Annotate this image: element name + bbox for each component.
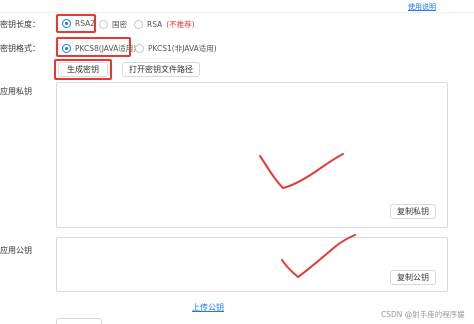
radio-guomi-label: 国密 [112,20,127,29]
csdn-watermark: CSDN @射手座的程序媛 [381,310,465,319]
bottom-partial-button[interactable] [56,318,102,324]
radio-rsa2-indicator[interactable] [62,19,71,28]
radio-rsa-label: RSA [147,20,163,29]
radio-pkcs1[interactable]: PKCS1(非JAVA适用) [135,43,217,54]
radio-guomi[interactable]: 国密 [99,19,127,30]
copy-private-key-button[interactable]: 复制私钥 [390,204,436,219]
key-format-label: 密钥格式： [0,44,40,53]
radio-pkcs8-indicator[interactable] [62,44,71,53]
radio-rsa2[interactable]: RSA2 [62,19,95,28]
key-length-label: 密钥长度： [0,20,40,29]
radio-rsa2-label: RSA2 [75,19,96,28]
radio-pkcs8-label: PKCS8(JAVA适用) [75,44,137,53]
radio-pkcs1-indicator[interactable] [135,44,144,53]
public-key-textarea[interactable] [56,237,448,292]
key-generator-panel: 使用说明 密钥长度： RSA2 国密 RSA (不推荐) 密钥格式： PKCS8… [0,0,474,324]
not-recommended-note: (不推荐) [166,20,195,29]
public-key-label: 应用公钥 [0,246,32,255]
help-link[interactable]: 使用说明 [408,2,436,12]
radio-rsa-indicator[interactable] [134,20,143,29]
generate-key-button[interactable]: 生成密钥 [58,62,108,77]
open-key-path-button[interactable]: 打开密钥文件路径 [122,62,200,77]
radio-rsa[interactable]: RSA (不推荐) [134,19,195,30]
copy-public-key-button[interactable]: 复制公钥 [390,270,436,285]
radio-guomi-indicator[interactable] [99,20,108,29]
upload-public-key-link[interactable]: 上传公钥 [192,302,224,313]
radio-pkcs1-label: PKCS1(非JAVA适用) [148,44,217,53]
private-key-label: 应用私钥 [0,87,32,96]
top-divider [0,12,474,13]
radio-pkcs8[interactable]: PKCS8(JAVA适用) [62,43,136,54]
